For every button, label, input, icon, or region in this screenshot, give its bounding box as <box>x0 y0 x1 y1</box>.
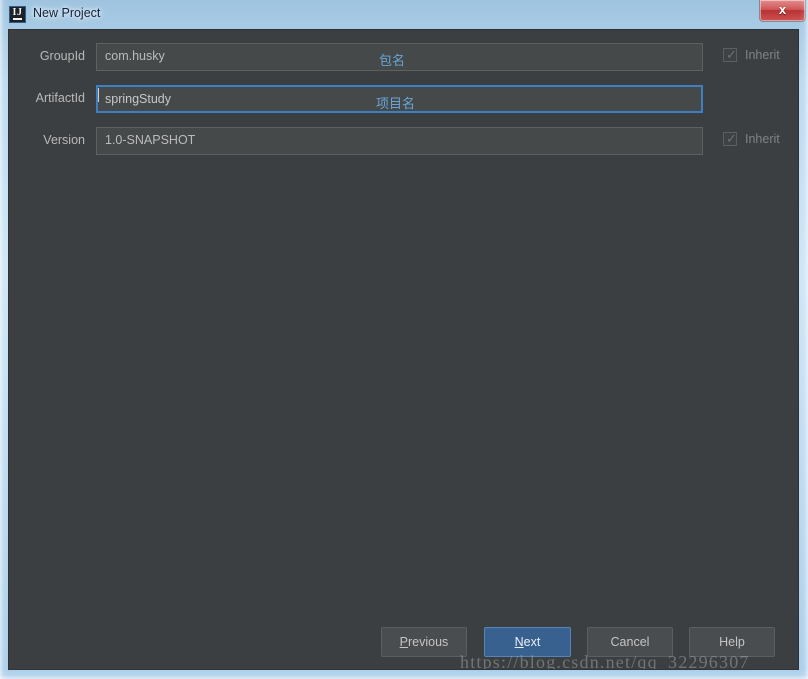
dialog-button-bar: Previous Next Cancel Help <box>9 627 798 669</box>
checkbox-box: ✓ <box>723 131 737 146</box>
groupid-input[interactable]: com.husky 包名 <box>96 43 703 71</box>
close-button[interactable]: x <box>759 0 806 22</box>
version-value: 1.0-SNAPSHOT <box>105 133 196 147</box>
artifactid-input[interactable]: springStudy 项目名 <box>96 85 703 113</box>
window-title: New Project <box>33 6 101 20</box>
previous-button-label: revious <box>408 635 449 649</box>
previous-button-mnemonic: P <box>399 635 409 649</box>
check-icon: ✓ <box>726 47 737 62</box>
groupid-label: GroupId <box>39 49 85 63</box>
annotation-package-name: 包名 <box>379 54 406 69</box>
dialog-client-area: GroupId com.husky 包名 ✓ Inherit ArtifactI… <box>8 29 799 670</box>
next-button[interactable]: Next <box>484 627 571 657</box>
new-project-window: IJ New Project x GroupId com.husky 包名 ✓ … <box>0 0 808 679</box>
window-titlebar[interactable]: IJ New Project x <box>0 0 808 29</box>
artifactid-label: ArtifactId <box>35 91 85 105</box>
cancel-button[interactable]: Cancel <box>587 627 673 657</box>
intellij-idea-icon: IJ <box>9 6 26 23</box>
text-caret <box>98 88 99 102</box>
form-row-groupid: GroupId com.husky 包名 ✓ Inherit <box>9 43 798 71</box>
groupid-value: com.husky <box>105 49 165 63</box>
check-icon: ✓ <box>726 131 737 146</box>
form-row-artifactid: ArtifactId springStudy 项目名 <box>9 85 798 113</box>
artifactid-value: springStudy <box>105 92 172 106</box>
help-button[interactable]: Help <box>689 627 775 657</box>
previous-button[interactable]: Previous <box>381 627 467 657</box>
checkbox-box: ✓ <box>723 47 737 62</box>
close-icon: x <box>778 2 787 17</box>
next-button-mnemonic: N <box>514 635 524 649</box>
version-inherit-label: Inherit <box>745 132 780 146</box>
annotation-project-name: 项目名 <box>376 97 416 112</box>
form-row-version: Version 1.0-SNAPSHOT ✓ Inherit <box>9 127 798 155</box>
version-label: Version <box>43 133 85 147</box>
version-input[interactable]: 1.0-SNAPSHOT <box>96 127 703 155</box>
intellij-idea-icon-bar <box>13 18 22 20</box>
groupid-inherit-label: Inherit <box>745 48 780 62</box>
next-button-label: ext <box>523 635 541 649</box>
